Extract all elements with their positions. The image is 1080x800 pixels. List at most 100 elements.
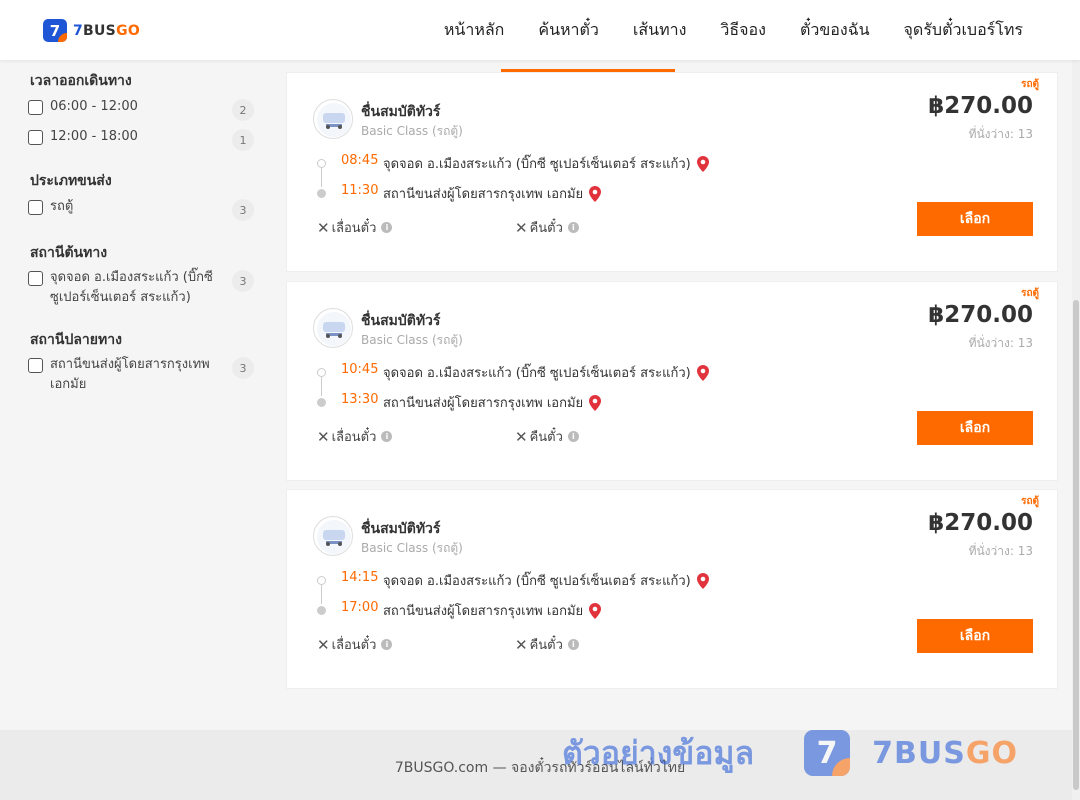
refund-policy: ✕ คืนตั๋ว i xyxy=(515,426,579,447)
arrival-station-name: สถานีขนส่งผู้โดยสารกรุงเทพ เอกมัย xyxy=(383,604,584,619)
filter-option-afternoon[interactable]: 12:00 - 18:00 1 xyxy=(28,129,254,151)
seats-available: ที่นั่งว่าง: 13 xyxy=(968,544,1033,558)
filter-option-label: 06:00 - 12:00 xyxy=(50,99,138,114)
filter-title-transport-type: ประเภทขนส่ง xyxy=(30,173,112,189)
refund-policy: ✕ คืนตั๋ว i xyxy=(515,217,579,238)
departure-station-name: จุดจอด อ.เมืองสระแก้ว (บิ๊กซี ซูเปอร์เซ็… xyxy=(383,157,691,172)
arrival-dot-icon xyxy=(317,189,326,198)
logo-text: 7BUSGO xyxy=(73,22,141,39)
departure-station-name: จุดจอด อ.เมืองสระแก้ว (บิ๊กซี ซูเปอร์เซ็… xyxy=(383,366,691,381)
seats-available: ที่นั่งว่าง: 13 xyxy=(968,336,1033,350)
map-pin-icon[interactable] xyxy=(589,394,602,411)
change-policy-label: เลื่อนตั๋ว xyxy=(331,430,377,445)
checkbox[interactable] xyxy=(28,130,43,145)
departure-time: 14:15 xyxy=(341,570,379,585)
nav-routes[interactable]: เส้นทาง xyxy=(633,18,687,43)
nav-how-to-book[interactable]: วิธีจอง xyxy=(720,18,766,43)
nav-search-tickets[interactable]: ค้นหาตั๋ว xyxy=(538,18,599,43)
operator-logo-icon xyxy=(313,516,353,556)
site-logo[interactable]: 7 7BUSGO xyxy=(43,19,140,42)
filter-option-origin[interactable]: จุดจอด อ.เมืองสระแก้ว (บิ๊กซี ซูเปอร์เซ็… xyxy=(28,270,254,308)
vehicle-tag: รถตู้ xyxy=(1021,496,1039,507)
arrival-time: 17:00 xyxy=(341,600,379,615)
cross-icon: ✕ xyxy=(317,635,330,654)
change-policy-label: เลื่อนตั๋ว xyxy=(331,638,377,653)
select-trip-button[interactable]: เลือก xyxy=(917,411,1033,445)
vehicle-tag: รถตู้ xyxy=(1021,79,1039,90)
select-trip-button[interactable]: เลือก xyxy=(917,202,1033,236)
arrival-station: สถานีขนส่งผู้โดยสารกรุงเทพ เอกมัย xyxy=(383,183,602,204)
cross-icon: ✕ xyxy=(515,635,528,654)
checkbox[interactable] xyxy=(28,271,43,286)
vehicle-tag: รถตู้ xyxy=(1021,288,1039,299)
departure-dot-icon xyxy=(317,159,326,168)
departure-station: จุดจอด อ.เมืองสระแก้ว (บิ๊กซี ซูเปอร์เซ็… xyxy=(383,362,709,383)
nav-home[interactable]: หน้าหลัก xyxy=(444,18,505,43)
info-icon[interactable]: i xyxy=(567,222,579,233)
operator-name: ชื่นสมบัติทัวร์ xyxy=(361,313,441,329)
site-header: 7 7BUSGO หน้าหลัก ค้นหาตั๋ว เส้นทาง วิธี… xyxy=(0,0,1080,60)
trip-card: รถตู้ ชื่นสมบัติทัวร์ Basic Class (รถตู้… xyxy=(286,489,1058,689)
info-icon[interactable]: i xyxy=(381,222,393,233)
filter-count-badge: 1 xyxy=(232,129,254,151)
map-pin-icon[interactable] xyxy=(696,155,709,172)
refund-policy: ✕ คืนตั๋ว i xyxy=(515,634,579,655)
filter-option-label: รถตู้ xyxy=(50,199,74,214)
departure-time: 10:45 xyxy=(341,362,379,377)
filter-option-label: จุดจอด อ.เมืองสระแก้ว (บิ๊กซี ซูเปอร์เซ็… xyxy=(50,270,213,305)
cross-icon: ✕ xyxy=(515,427,528,446)
checkbox[interactable] xyxy=(28,358,43,373)
page-scrollbar-thumb[interactable] xyxy=(1073,300,1079,790)
main-nav: หน้าหลัก ค้นหาตั๋ว เส้นทาง วิธีจอง ตั๋วข… xyxy=(444,0,1023,60)
filter-option-label: 12:00 - 18:00 xyxy=(50,129,138,144)
seats-available: ที่นั่งว่าง: 13 xyxy=(968,127,1033,141)
arrival-station: สถานีขนส่งผู้โดยสารกรุงเทพ เอกมัย xyxy=(383,600,602,621)
change-policy-label: เลื่อนตั๋ว xyxy=(331,221,377,236)
map-pin-icon[interactable] xyxy=(589,185,602,202)
arrival-dot-icon xyxy=(317,606,326,615)
cross-icon: ✕ xyxy=(317,427,330,446)
footer-text: 7BUSGO.com — จองตั๋วรถทัวร์ออนไลน์ทั่วไท… xyxy=(394,760,686,776)
site-footer: 7BUSGO.com — จองตั๋วรถทัวร์ออนไลน์ทั่วไท… xyxy=(0,730,1080,800)
filter-option-morning[interactable]: 06:00 - 12:00 2 xyxy=(28,99,254,121)
filter-title-destination-station: สถานีปลายทาง xyxy=(30,332,122,348)
refund-policy-label: คืนตั๋ว xyxy=(529,430,563,445)
checkbox[interactable] xyxy=(28,200,43,215)
arrival-time: 11:30 xyxy=(341,183,379,198)
operator-name: ชื่นสมบัติทัวร์ xyxy=(361,104,441,120)
nav-pickup-points[interactable]: จุดรับตั๋วเบอร์โทร xyxy=(904,18,1023,43)
refund-policy-label: คืนตั๋ว xyxy=(529,638,563,653)
arrival-station: สถานีขนส่งผู้โดยสารกรุงเทพ เอกมัย xyxy=(383,392,602,413)
service-class: Basic Class (รถตู้) xyxy=(361,333,463,347)
filter-count-badge: 3 xyxy=(232,199,254,221)
filter-count-badge: 3 xyxy=(232,270,254,292)
service-class: Basic Class (รถตู้) xyxy=(361,541,463,555)
operator-logo-icon xyxy=(313,308,353,348)
departure-time: 08:45 xyxy=(341,153,379,168)
service-class: Basic Class (รถตู้) xyxy=(361,124,463,138)
info-icon[interactable]: i xyxy=(567,639,579,650)
filter-option-van[interactable]: รถตู้ 3 xyxy=(28,199,254,221)
map-pin-icon[interactable] xyxy=(589,602,602,619)
checkbox[interactable] xyxy=(28,100,43,115)
info-icon[interactable]: i xyxy=(567,431,579,442)
trip-card: รถตู้ ชื่นสมบัติทัวร์ Basic Class (รถตู้… xyxy=(286,281,1058,481)
select-trip-button[interactable]: เลือก xyxy=(917,619,1033,653)
refund-policy-label: คืนตั๋ว xyxy=(529,221,563,236)
info-icon[interactable]: i xyxy=(381,639,393,650)
departure-station: จุดจอด อ.เมืองสระแก้ว (บิ๊กซี ซูเปอร์เซ็… xyxy=(383,153,709,174)
filter-count-badge: 3 xyxy=(232,357,254,379)
filter-option-label: สถานีขนส่งผู้โดยสารกรุงเทพ เอกมัย xyxy=(50,357,210,392)
nav-my-tickets[interactable]: ตั๋วของฉัน xyxy=(800,18,870,43)
arrival-dot-icon xyxy=(317,398,326,407)
filter-option-destination[interactable]: สถานีขนส่งผู้โดยสารกรุงเทพ เอกมัย 3 xyxy=(28,357,254,395)
operator-name: ชื่นสมบัติทัวร์ xyxy=(361,521,441,537)
change-policy: ✕ เลื่อนตั๋ว i xyxy=(317,634,393,655)
map-pin-icon[interactable] xyxy=(696,572,709,589)
ticket-price: ฿270.00 xyxy=(928,510,1033,536)
departure-dot-icon xyxy=(317,576,326,585)
map-pin-icon[interactable] xyxy=(696,364,709,381)
info-icon[interactable]: i xyxy=(381,431,393,442)
arrival-time: 13:30 xyxy=(341,392,379,407)
change-policy: ✕ เลื่อนตั๋ว i xyxy=(317,426,393,447)
